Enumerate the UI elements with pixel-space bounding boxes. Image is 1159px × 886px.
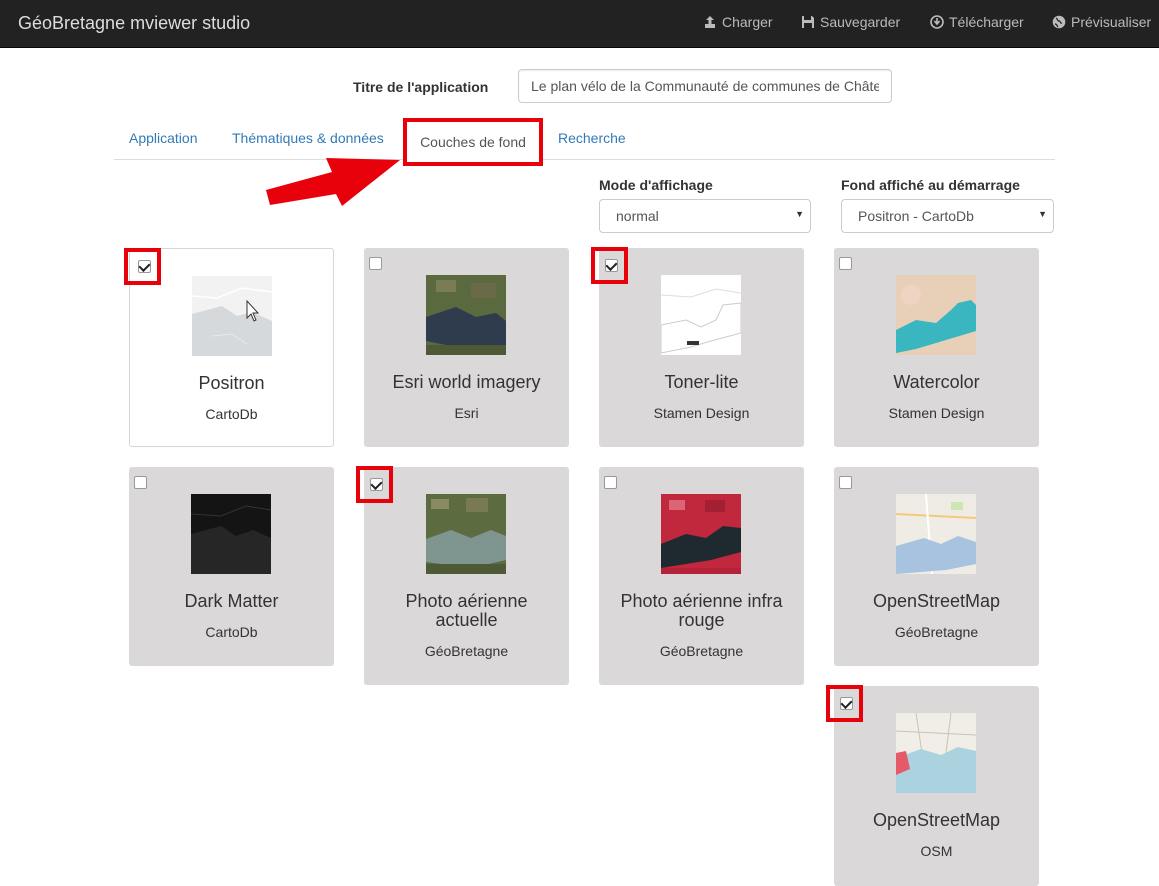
basemap-provider: GéoBretagne (659, 643, 744, 659)
basemap-thumbnail (896, 275, 976, 355)
save-button[interactable]: Sauvegarder (801, 14, 900, 30)
basemap-checkbox[interactable] (370, 478, 383, 491)
basemap-provider: CartoDb (205, 624, 258, 640)
basemap-provider: Stamen Design (653, 405, 750, 421)
tabs-divider (114, 159, 1055, 160)
tab-couches-de-fond[interactable]: Couches de fond (403, 118, 543, 166)
caret-down-icon: ▼ (795, 209, 804, 219)
basemap-thumbnail (896, 713, 976, 793)
app-title-label: Titre de l'application (353, 79, 489, 95)
basemap-title: Watercolor (893, 372, 980, 392)
download-label: Télécharger (949, 14, 1024, 30)
display-mode-label: Mode d'affichage (599, 177, 713, 193)
basemap-title: Photo aérienne actuelle (405, 591, 528, 630)
basemap-checkbox[interactable] (840, 697, 853, 710)
tab-recherche[interactable]: Recherche (558, 130, 626, 146)
basemap-card-toner-lite[interactable]: Toner-lite Stamen Design (591, 247, 804, 447)
download-button[interactable]: Télécharger (930, 14, 1024, 30)
basemap-checkbox[interactable] (839, 476, 852, 489)
basemap-thumbnail (426, 275, 506, 355)
basemap-provider: GéoBretagne (894, 624, 979, 640)
save-label: Sauvegarder (820, 14, 901, 30)
startup-base-select[interactable]: Positron - CartoDb ▼ (841, 199, 1054, 233)
basemap-title: Toner-lite (664, 372, 739, 392)
basemap-thumbnail (661, 494, 741, 574)
basemap-provider: CartoDb (205, 406, 258, 422)
preview-button[interactable]: Prévisualiser (1052, 14, 1151, 30)
tab-application[interactable]: Application (129, 130, 198, 146)
basemap-checkbox[interactable] (604, 476, 617, 489)
basemap-provider: OSM (920, 843, 953, 859)
startup-base-label: Fond affiché au démarrage (841, 177, 1020, 193)
load-button[interactable]: Charger (703, 14, 773, 30)
startup-base-value: Positron - CartoDb (858, 208, 974, 224)
basemap-provider: GéoBretagne (424, 643, 509, 659)
basemap-checkbox[interactable] (138, 260, 151, 273)
app-title-input[interactable] (518, 69, 892, 103)
basemap-card-watercolor[interactable]: Watercolor Stamen Design (834, 248, 1039, 447)
floppy-disk-icon (802, 16, 814, 28)
checkbox-highlight (124, 248, 161, 285)
basemap-thumbnail (896, 494, 976, 574)
checkbox-highlight (356, 466, 393, 503)
load-label: Charger (722, 14, 773, 30)
caret-down-icon: ▼ (1038, 209, 1047, 219)
basemap-checkbox[interactable] (605, 259, 618, 272)
basemap-card-positron[interactable]: Positron CartoDb (124, 248, 334, 447)
basemap-card-osm[interactable]: OpenStreetMap OSM (826, 685, 1039, 886)
basemap-title: OpenStreetMap (872, 591, 1001, 611)
basemap-title: Dark Matter (184, 591, 279, 611)
red-arrow-annotation (266, 158, 400, 206)
basemap-card-dark-matter[interactable]: Dark Matter CartoDb (129, 467, 334, 666)
upload-icon (705, 16, 715, 28)
basemap-title: Esri world imagery (392, 372, 541, 392)
basemap-title: Photo aérienne infra rouge (620, 591, 783, 630)
download-circle-icon (930, 15, 944, 29)
tab-thematiques[interactable]: Thématiques & données (232, 130, 384, 146)
basemap-card-esri[interactable]: Esri world imagery Esri (364, 248, 569, 447)
basemap-provider: Stamen Design (888, 405, 985, 421)
basemap-card-osm-geobretagne[interactable]: OpenStreetMap GéoBretagne (834, 467, 1039, 666)
basemap-title: OpenStreetMap (872, 810, 1001, 830)
checkbox-highlight (591, 247, 628, 284)
globe-icon (1052, 15, 1066, 29)
basemap-thumbnail (661, 275, 741, 355)
basemap-thumbnail (191, 494, 271, 574)
basemap-title: Positron (198, 373, 265, 393)
tab-couches-de-fond-label: Couches de fond (420, 134, 526, 150)
preview-label: Prévisualiser (1071, 14, 1152, 30)
app-brand[interactable]: GéoBretagne mviewer studio (18, 13, 250, 34)
basemap-checkbox[interactable] (369, 257, 382, 270)
basemap-thumbnail (192, 276, 272, 356)
basemap-checkbox[interactable] (839, 257, 852, 270)
basemap-card-infrared[interactable]: Photo aérienne infra rouge GéoBretagne (599, 467, 804, 685)
basemap-card-aerial[interactable]: Photo aérienne actuelle GéoBretagne (356, 466, 569, 685)
navbar: GéoBretagne mviewer studio Charger Sauve… (0, 0, 1159, 48)
basemap-thumbnail (426, 494, 506, 574)
display-mode-value: normal (616, 208, 659, 224)
basemap-provider: Esri (454, 405, 479, 421)
checkbox-highlight (826, 685, 863, 722)
display-mode-select[interactable]: normal ▼ (599, 199, 811, 233)
basemap-checkbox[interactable] (134, 476, 147, 489)
